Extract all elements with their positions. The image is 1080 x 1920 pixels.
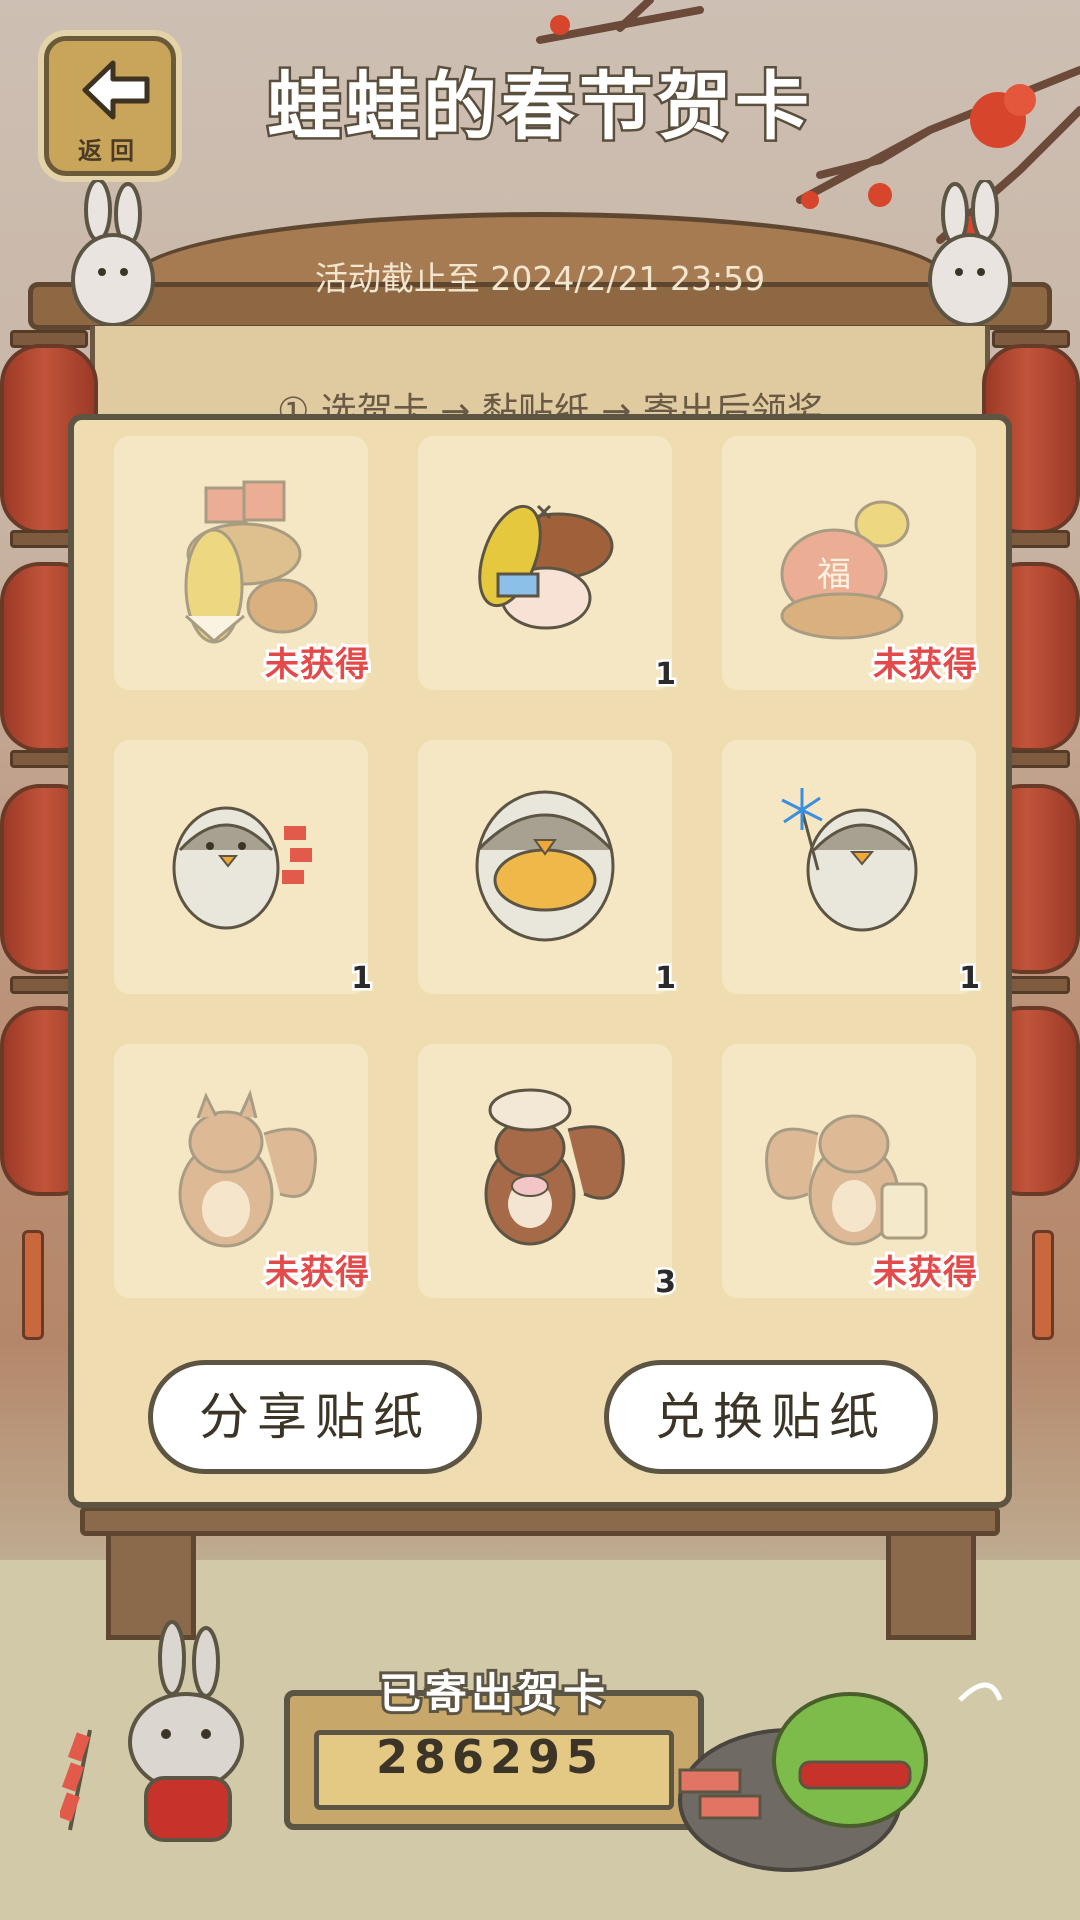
frog-sticker-icon [478, 504, 614, 630]
sticker-card[interactable]: 3 [418, 1044, 678, 1303]
sent-cards-label: 已寄出贺卡 [376, 1666, 609, 1721]
exchange-stickers-button[interactable]: 兑换贴纸 [604, 1360, 938, 1474]
bird-sticker-icon [475, 790, 615, 942]
sticker-card[interactable]: 未获得 [114, 436, 372, 690]
sticker-count: 3 [653, 1263, 679, 1303]
back-button[interactable]: 返回 [44, 36, 176, 176]
rabbit-left-decoration [71, 180, 155, 327]
page-title: 蛙蛙的春节贺卡 [265, 62, 813, 153]
sent-cards-count: 286295 [375, 1730, 605, 1784]
unobtained-badge: 未获得 [262, 1250, 372, 1296]
sticker-count: 1 [653, 959, 679, 999]
sticker-card[interactable]: 1 [114, 740, 374, 999]
tassel-icon [22, 1230, 44, 1340]
sticker-count: 1 [957, 959, 983, 999]
unobtained-badge: 未获得 [870, 642, 980, 688]
share-stickers-button[interactable]: 分享贴纸 [148, 1360, 482, 1474]
sticker-count: 1 [349, 959, 375, 999]
sticker-card[interactable]: 福 未获得 [722, 436, 980, 690]
sticker-card[interactable]: 未获得 [114, 1044, 372, 1298]
frog-with-scarf-decoration [678, 1682, 1003, 1872]
unobtained-badge: 未获得 [262, 642, 372, 688]
sticker-count: 1 [653, 655, 679, 695]
bird-sticker-icon [781, 788, 918, 932]
bird-sticker-icon [172, 806, 312, 930]
sign-base-beam [80, 1506, 1000, 1536]
tassel-icon [1032, 1230, 1054, 1340]
event-steps: ① 选贺卡 → 黏贴纸 → 寄出后领奖 [277, 391, 823, 416]
arrow-left-icon [82, 60, 150, 120]
sticker-card[interactable]: 1 [418, 740, 678, 999]
unobtained-badge: 未获得 [870, 1250, 980, 1296]
sign-post-right [886, 1530, 976, 1640]
rabbit-right-decoration [928, 180, 1012, 327]
sticker-panel: 未获得 1 福 未获得 1 1 1 未获得 3 未获得 分享贴纸 兑换贴纸 [68, 414, 1012, 1508]
sticker-card[interactable]: 未获得 [722, 1044, 980, 1298]
event-deadline: 活动截止至 2024/2/21 23:59 [314, 259, 766, 298]
sticker-card[interactable]: 1 [418, 436, 678, 695]
back-label: 返回 [78, 137, 142, 165]
squirrel-sticker-icon [484, 1088, 625, 1246]
svg-text:福: 福 [817, 555, 851, 595]
rabbit-with-firecrackers-decoration [60, 1620, 244, 1842]
sticker-card[interactable]: 1 [722, 740, 982, 999]
